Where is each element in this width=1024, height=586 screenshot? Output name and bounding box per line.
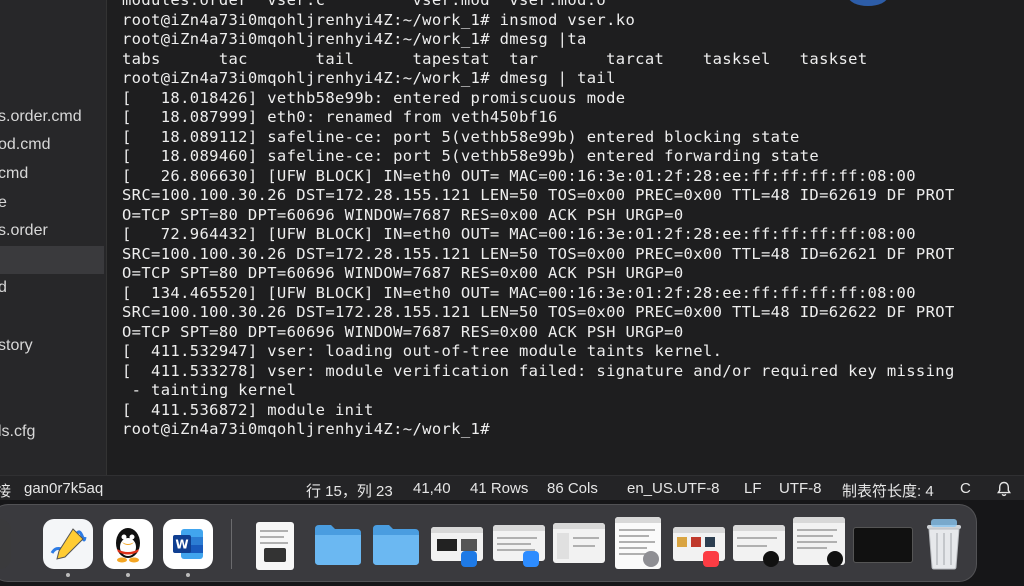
terminal-pane[interactable]: modules.order vser.c vser.mod vser.mod.o… [107,0,1024,475]
terminal-line: [ 411.536872] module init [122,400,374,419]
sidebar-file-item[interactable] [0,360,104,388]
qq-badge-icon-2 [827,551,843,567]
status-bar: 接 gan0r7k5aq 行 15，列 23 41,40 41 Rows 86 … [0,475,1024,501]
sidebar-file-item[interactable]: s.order [0,217,104,245]
cursor-position: 行 15，列 23 [306,483,393,500]
dock: W [0,504,977,582]
qq-badge-icon [763,551,779,567]
qq-icon[interactable] [103,519,153,569]
trash-icon[interactable] [919,517,969,570]
terminal-cols: 86 Cols [547,480,598,497]
terminal-line: SRC=100.100.30.26 DST=172.28.155.121 LEN… [122,186,955,204]
terminal-line: [ 18.087999] eth0: renamed from veth450b… [122,108,558,126]
terminal-line: O=TCP SPT=80 DPT=60696 WINDOW=7687 RES=0… [122,264,684,282]
language-mode[interactable]: C [960,480,971,497]
folder-icon[interactable] [313,521,363,571]
file-sidebar: s.order.cmdod.cmdcmdes.order d story ls.cfg [0,0,107,475]
terminal-line: [ 18.089460] safeline-ce: port 5(vethb58… [122,147,820,165]
sidebar-file-item[interactable]: s.order.cmd [0,103,104,131]
window-thumb-document[interactable] [256,522,294,570]
terminal-line: SRC=100.100.30.26 DST=172.28.155.121 LEN… [122,244,955,263]
music-badge-icon [703,551,719,567]
terminal-line: root@iZn4a73i0mqohljrenhyi4Z:~/work_1# i… [122,10,636,29]
svg-text:W: W [175,538,188,552]
connection-status: 接 [0,483,12,500]
sidebar-file-item[interactable] [0,246,104,274]
terminal-line: [ 18.018426] vethb58e99b: entered promis… [122,88,626,107]
sidebar-file-item[interactable]: ls.cfg [0,418,104,446]
terminal-line: root@iZn4a73i0mqohljrenhyi4Z:~/work_1# [122,420,490,438]
charset-setting[interactable]: UTF-8 [779,480,822,497]
sidebar-file-item[interactable]: d [0,274,104,302]
word-icon[interactable]: W [163,519,213,569]
sidebar-file-item[interactable]: story [0,332,104,360]
window-thumb-terminal[interactable] [853,527,913,563]
terminal-rows: 41 Rows [470,480,529,497]
folder-icon-2[interactable] [371,521,421,571]
terminal-line: [ 411.533278] vser: module verification … [122,361,955,380]
app-window: s.order.cmdod.cmdcmdes.order d story ls.cfg… [0,0,1024,501]
tab-width[interactable]: 制表符长度: 4 [842,480,934,501]
terminal-line: O=TCP SPT=80 DPT=60696 WINDOW=7687 RES=0… [122,205,684,224]
terminal-line: [ 411.532947] vser: loading out-of-tree … [122,342,723,360]
cursor-coords: 41,40 [413,480,451,497]
terminal-line: [ 18.089112] safeline-ce: port 5(vethb58… [122,127,800,146]
settings-badge-icon [643,551,659,567]
session-name[interactable]: gan0r7k5aq [24,480,103,497]
terminal-line: SRC=100.100.30.26 DST=172.28.155.121 LEN… [122,303,955,321]
terminal-line: tabs tac tail tapestat tar tarcat taskse… [122,49,868,68]
sidebar-file-item[interactable]: od.cmd [0,131,104,159]
terminal-line: root@iZn4a73i0mqohljrenhyi4Z:~/work_1# d… [122,69,616,87]
terminal-output: modules.order vser.c vser.mod vser.mod.o… [122,0,955,440]
terminal-line: O=TCP SPT=80 DPT=60696 WINDOW=7687 RES=0… [122,322,684,341]
bell-icon[interactable] [996,481,1012,497]
line-ending[interactable]: LF [744,480,762,497]
dock-area: W [0,500,1024,586]
partial-app-icon[interactable] [0,519,11,569]
sidebar-file-item[interactable]: e [0,189,104,217]
window-thumb-settings[interactable] [553,523,605,563]
terminal-line: root@iZn4a73i0mqohljrenhyi4Z:~/work_1# d… [122,30,587,48]
terminal-line: [ 72.964432] [UFW BLOCK] IN=eth0 OUT= MA… [122,225,916,243]
sidebar-file-item[interactable] [0,303,104,331]
terminal-line: [ 26.806630] [UFW BLOCK] IN=eth0 OUT= MA… [122,166,916,185]
locale-setting[interactable]: en_US.UTF-8 [627,480,720,497]
terminal-line: - tainting kernel [122,381,297,399]
terminal-line: modules.order vser.c vser.mod vser.mod.o [122,0,607,9]
zoom-badge-icon [523,551,539,567]
freeform-icon[interactable] [43,519,93,569]
terminal-line: [ 134.465520] [UFW BLOCK] IN=eth0 OUT= M… [122,283,916,302]
windows-badge-icon [461,551,477,567]
sidebar-file-item[interactable]: cmd [0,160,104,188]
